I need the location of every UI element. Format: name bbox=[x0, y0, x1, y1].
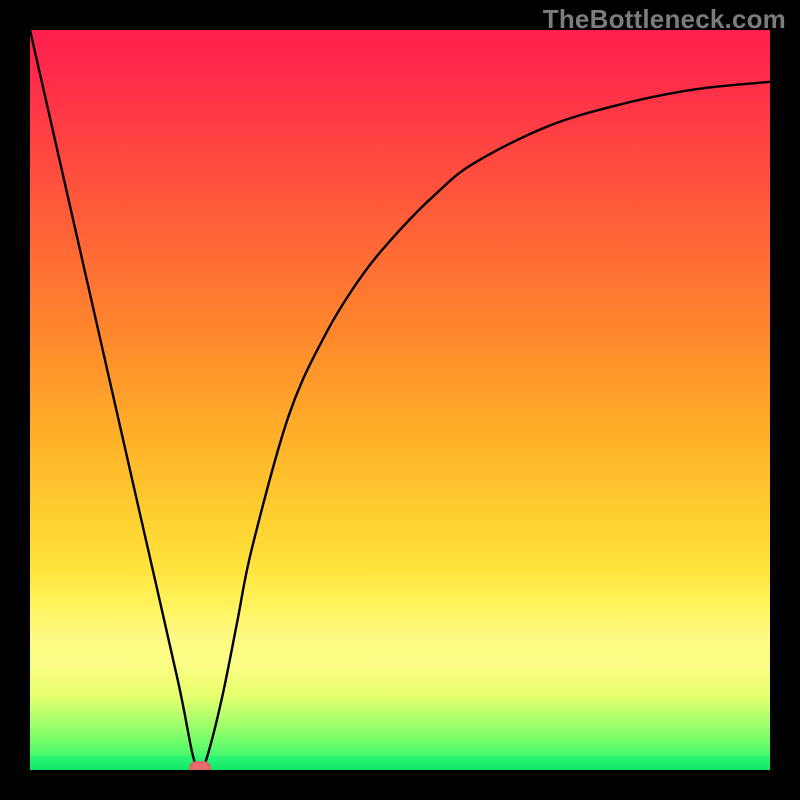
chart-frame: TheBottleneck.com bbox=[0, 0, 800, 800]
bottleneck-curve-svg bbox=[30, 30, 770, 770]
optimal-marker bbox=[189, 761, 211, 771]
watermark-text: TheBottleneck.com bbox=[543, 4, 786, 35]
plot-area bbox=[30, 30, 770, 770]
bottleneck-curve bbox=[30, 30, 770, 770]
